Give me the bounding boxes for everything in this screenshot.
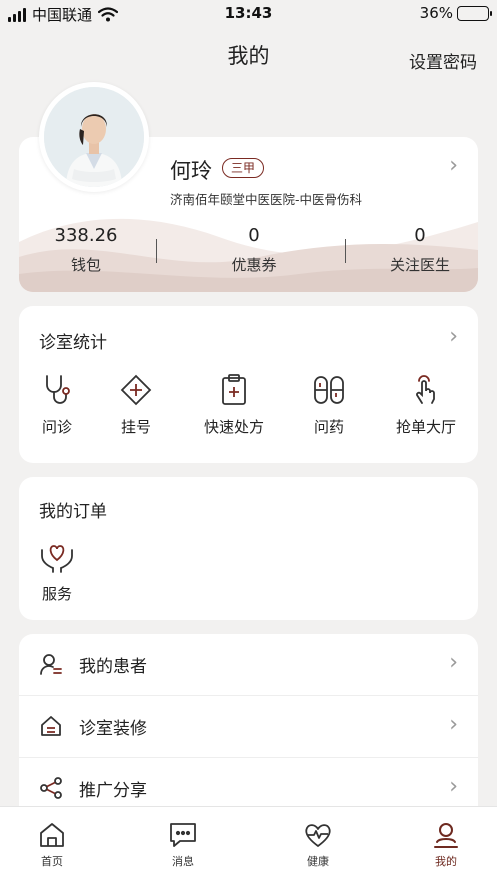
chevron-right-icon: › bbox=[449, 650, 458, 675]
chevron-right-icon: › bbox=[449, 712, 458, 737]
menu-item-my-patients[interactable]: 我的患者 › bbox=[19, 634, 478, 695]
followed-doctors-stat[interactable]: 0 关注医生 bbox=[350, 225, 478, 275]
tab-messages[interactable]: 消息 bbox=[138, 821, 228, 869]
chevron-right-icon[interactable]: › bbox=[449, 324, 458, 349]
prescription-icon bbox=[222, 374, 246, 405]
battery-percent: 36% bbox=[419, 4, 453, 22]
clinic-stats-title: 诊室统计 bbox=[39, 333, 107, 353]
user-icon bbox=[434, 823, 458, 848]
heart-hand-icon bbox=[41, 545, 73, 573]
register-icon bbox=[120, 374, 152, 406]
stethoscope-icon bbox=[46, 375, 70, 404]
battery-status: 36% bbox=[419, 4, 492, 22]
avatar[interactable] bbox=[39, 82, 149, 192]
message-icon bbox=[170, 823, 196, 847]
ask-medicine-item[interactable]: 问药 bbox=[294, 373, 364, 437]
order-hall-label: 抢单大厅 bbox=[395, 418, 456, 436]
tab-home[interactable]: 首页 bbox=[7, 821, 97, 869]
menu-list-card: 我的患者 › 诊室装修 › 推广分享 › bbox=[19, 634, 478, 834]
doctor-photo bbox=[44, 87, 144, 187]
coupon-stat[interactable]: 0 优惠券 bbox=[184, 225, 324, 275]
ask-medicine-label: 问药 bbox=[313, 418, 344, 436]
menu-item-clinic-decoration[interactable]: 诊室装修 › bbox=[19, 696, 478, 757]
wallet-label: 钱包 bbox=[70, 256, 101, 274]
orders-card: 我的订单 服务 bbox=[19, 477, 478, 620]
menu-label: 推广分享 bbox=[79, 781, 147, 801]
doctor-portrait-image bbox=[44, 87, 144, 187]
tap-hand-icon bbox=[416, 375, 435, 404]
health-icon bbox=[305, 824, 331, 847]
coupon-label: 优惠券 bbox=[231, 256, 277, 274]
followed-doctors-value: 0 bbox=[414, 225, 426, 246]
orders-title: 我的订单 bbox=[39, 502, 107, 522]
consult-label: 问诊 bbox=[41, 418, 72, 436]
tab-label: 消息 bbox=[172, 855, 194, 868]
followed-doctors-label: 关注医生 bbox=[389, 256, 450, 274]
service-order-item[interactable]: 服务 bbox=[22, 540, 92, 604]
menu-label: 诊室装修 bbox=[79, 719, 147, 739]
quick-prescription-label: 快速处方 bbox=[203, 418, 264, 436]
clinic-stats-card: 诊室统计 › 问诊 挂号 快速处方 问药 抢单大厅 bbox=[19, 306, 478, 463]
hospital-department: 济南佰年颐堂中医医院-中医骨伤科 bbox=[170, 192, 363, 207]
chevron-right-icon: › bbox=[449, 774, 458, 799]
wallet-stat[interactable]: 338.26 钱包 bbox=[19, 225, 156, 275]
stat-divider bbox=[345, 239, 346, 263]
hospital-grade-badge: 三甲 bbox=[222, 158, 265, 178]
status-bar: 中国联通 13:43 36% bbox=[0, 0, 497, 28]
tab-label: 健康 bbox=[307, 855, 329, 868]
patient-icon bbox=[40, 654, 62, 675]
register-label: 挂号 bbox=[120, 418, 151, 436]
doctor-name: 何玲 bbox=[170, 159, 212, 183]
share-icon bbox=[40, 777, 62, 799]
menu-label: 我的患者 bbox=[79, 657, 147, 677]
tab-label: 我的 bbox=[435, 855, 457, 868]
chevron-right-icon[interactable]: › bbox=[449, 153, 458, 178]
home-decor-icon bbox=[41, 716, 61, 736]
tab-health[interactable]: 健康 bbox=[273, 821, 363, 869]
tab-mine[interactable]: 我的 bbox=[401, 821, 491, 869]
register-item[interactable]: 挂号 bbox=[101, 373, 171, 437]
tab-label: 首页 bbox=[41, 855, 63, 868]
quick-prescription-item[interactable]: 快速处方 bbox=[195, 373, 273, 437]
tab-bar: 首页 消息 健康 我的 bbox=[0, 806, 497, 883]
consult-item[interactable]: 问诊 bbox=[22, 373, 92, 437]
wallet-value: 338.26 bbox=[54, 225, 118, 246]
service-label: 服务 bbox=[41, 585, 72, 603]
home-icon bbox=[40, 823, 64, 847]
set-password-button[interactable]: 设置密码 bbox=[409, 48, 477, 73]
order-hall-item[interactable]: 抢单大厅 bbox=[387, 373, 465, 437]
pill-icon bbox=[314, 376, 344, 404]
coupon-value: 0 bbox=[248, 225, 260, 246]
battery-icon bbox=[457, 5, 492, 21]
stat-divider bbox=[156, 239, 157, 263]
